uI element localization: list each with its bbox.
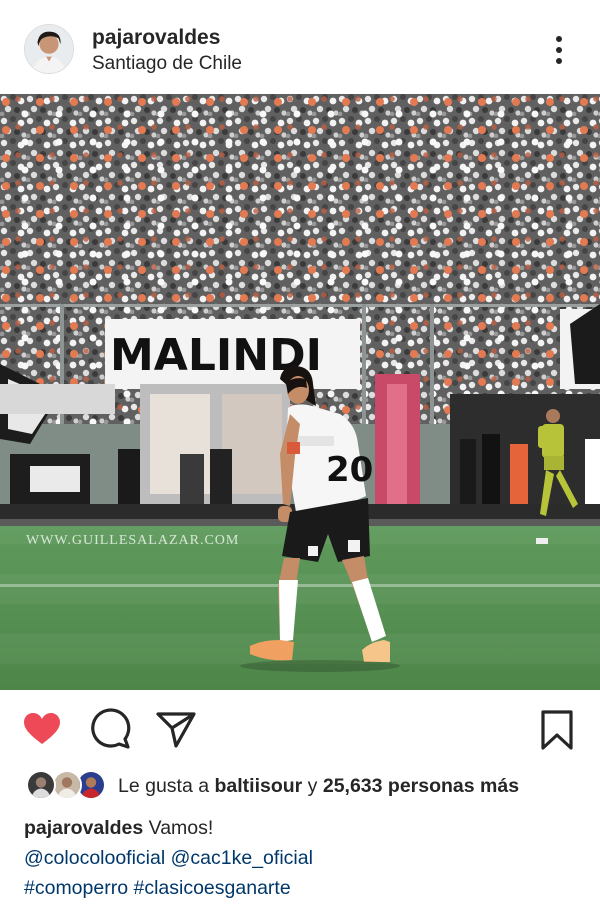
post-location[interactable]: Santiago de Chile (92, 53, 242, 75)
share-button[interactable] (154, 708, 198, 752)
liker-username[interactable]: baltiisour (215, 775, 303, 797)
mention-link[interactable]: @cac1ke_oficial (171, 847, 313, 869)
paper-plane-icon (156, 712, 196, 748)
stadium-photo: MALINDI 20 (0, 94, 600, 690)
caption-mentions: @colocolooficial @cac1ke_oficial (24, 843, 584, 873)
vertical-dots-icon (556, 36, 562, 42)
vertical-dots-icon (556, 58, 562, 64)
comment-bubble-icon (91, 708, 131, 749)
post-header: pajarovaldes Santiago de Chile (0, 0, 600, 96)
likes-count[interactable]: 25,633 personas más (323, 775, 519, 797)
post-action-bar (0, 700, 600, 760)
vertical-dots-icon (556, 47, 562, 53)
heart-filled-icon (24, 713, 60, 744)
save-button[interactable] (535, 708, 579, 752)
likes-middle: y (302, 775, 323, 797)
jersey-number: 20 (326, 450, 373, 490)
likes-prefix: Le gusta a (118, 775, 215, 797)
mention-link[interactable]: @colocolooficial (24, 847, 165, 869)
avatar-image (25, 25, 73, 73)
post-image[interactable]: MALINDI 20 WWW.GUILLESALAZAR.COM (0, 94, 600, 690)
like-button[interactable] (20, 708, 64, 752)
post-caption: pajarovaldes Vamos! @colocolooficial @ca… (24, 813, 584, 903)
post-username[interactable]: pajarovaldes (92, 26, 220, 50)
comment-button[interactable] (88, 708, 132, 752)
more-options-button[interactable] (544, 32, 574, 68)
caption-username[interactable]: pajarovaldes (24, 817, 143, 839)
liker-avatar (26, 770, 56, 800)
caption-line: pajarovaldes Vamos! (24, 813, 584, 843)
image-watermark: WWW.GUILLESALAZAR.COM (26, 533, 240, 548)
liker-avatar (52, 770, 82, 800)
hashtag-link[interactable]: #clasicoesganarte (133, 877, 290, 899)
likes-text[interactable]: Le gusta a baltiisour y 25,633 personas … (118, 775, 519, 798)
caption-text: Vamos! (143, 817, 214, 839)
likes-summary[interactable]: Le gusta a baltiisour y 25,633 personas … (0, 766, 600, 806)
bookmark-icon (541, 710, 573, 750)
hashtag-link[interactable]: #comoperro (24, 877, 128, 899)
profile-avatar[interactable] (24, 24, 74, 74)
caption-hashtags: #comoperro #clasicoesganarte (24, 873, 584, 903)
